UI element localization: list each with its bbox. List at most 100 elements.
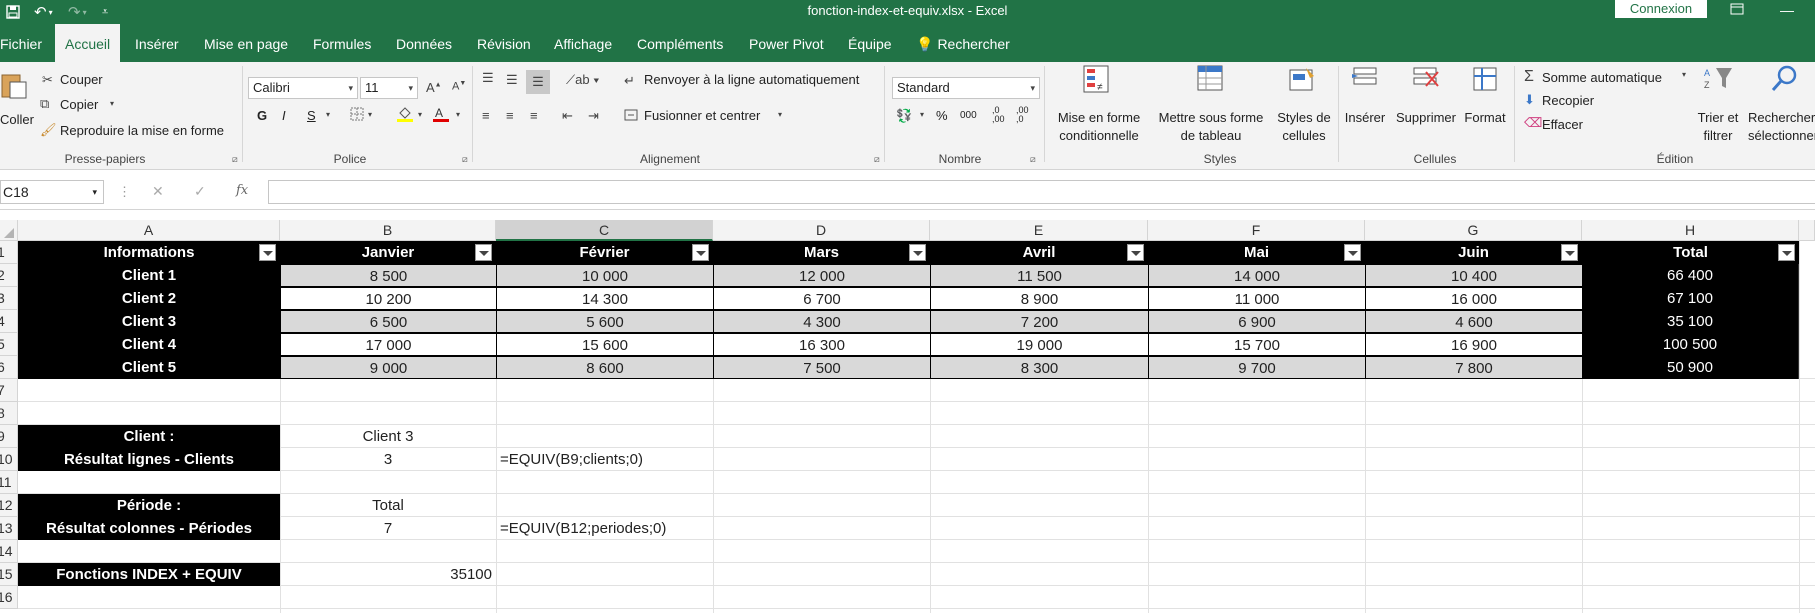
column-header-a[interactable]: A [18,220,280,241]
row-header-14[interactable]: 14 [0,540,18,563]
table-header-cell[interactable]: Février [496,241,713,264]
cell-styles-label-1[interactable]: Styles de [1272,110,1336,125]
total-cell[interactable]: 66 400 [1582,264,1799,287]
percent-button[interactable]: % [936,108,948,123]
insert-function-icon[interactable]: fx [236,183,248,198]
table-cell[interactable]: 7 200 [930,310,1149,333]
column-header-c[interactable]: C [496,220,713,241]
row-header-13[interactable]: 13 [0,517,18,540]
filter-dropdown-icon[interactable] [909,244,926,261]
table-cell[interactable]: 9 000 [280,356,497,379]
borders-icon[interactable] [350,107,364,124]
autosum-button[interactable]: Somme automatique [1542,70,1662,85]
font-color-icon[interactable]: A [432,105,450,126]
row-header-7[interactable]: 7 [0,379,18,402]
table-header-cell[interactable]: Janvier [280,241,496,264]
tell-me-box[interactable]: 💡 Rechercher [916,24,1010,62]
filter-dropdown-icon[interactable] [1778,244,1795,261]
filter-dropdown-icon[interactable] [1561,244,1578,261]
bold-button[interactable]: G [257,108,267,123]
table-cell[interactable]: 7 500 [713,356,931,379]
table-header-cell[interactable]: Avril [930,241,1148,264]
tab-formules[interactable]: Formules [313,24,371,62]
client-label-cell[interactable]: Client 4 [18,333,280,356]
tab-mise-en-page[interactable]: Mise en page [204,24,288,62]
row-result-value[interactable]: 3 [280,448,496,471]
col-result-label[interactable]: Résultat colonnes - Périodes [18,517,280,540]
insert-cells-button[interactable]: Insérer [1342,110,1388,125]
period-lookup-value[interactable]: Total [280,494,496,517]
align-middle-icon[interactable]: ☰ [506,72,518,88]
delete-cells-button[interactable]: Supprimer [1392,110,1460,125]
select-all-corner[interactable] [0,220,18,241]
align-right-icon[interactable]: ≡ [530,108,538,123]
merge-dropdown-icon[interactable]: ▾ [778,110,782,119]
table-cell[interactable]: 16 000 [1365,287,1583,310]
client-lookup-label[interactable]: Client : [18,425,280,448]
clear-button[interactable]: Effacer [1542,117,1583,132]
tab-affichage[interactable]: Affichage [554,24,612,62]
sort-filter-label-2[interactable]: filtrer [1690,128,1746,143]
increase-font-icon[interactable]: A▲ [426,80,442,95]
row-header-10[interactable]: 10 [0,448,18,471]
row-formula-text[interactable]: =EQUIV(B9;clients;0) [500,448,800,471]
col-formula-text[interactable]: =EQUIV(B12;periodes;0) [500,517,800,540]
decrease-decimal-button[interactable]: ,00 ,0 [1016,106,1029,124]
table-cell[interactable]: 15 700 [1148,333,1366,356]
tab-power-pivot[interactable]: Power Pivot [749,24,824,62]
column-header-f[interactable]: F [1148,220,1365,241]
minimize-icon[interactable]: — [1780,2,1794,18]
row-header-3[interactable]: 3 [0,287,18,310]
increase-indent-icon[interactable]: ⇥ [588,108,599,124]
cut-button[interactable]: Couper [60,72,103,87]
table-cell[interactable]: 10 200 [280,287,497,310]
italic-button[interactable]: I [282,108,286,123]
table-cell[interactable]: 4 600 [1365,310,1583,333]
ribbon-display-icon[interactable] [1730,2,1744,18]
tab-revision[interactable]: Révision [477,24,531,62]
tab-fichier[interactable]: Fichier [0,24,42,62]
column-header-g[interactable]: G [1365,220,1582,241]
table-cell[interactable]: 15 600 [496,333,714,356]
table-cell[interactable]: 8 600 [496,356,714,379]
table-cell[interactable]: 8 300 [930,356,1149,379]
table-cell[interactable]: 6 900 [1148,310,1366,333]
font-launcher-icon[interactable]: ⧄ [462,154,468,165]
conditional-formatting-label-1[interactable]: Mise en forme [1054,110,1144,125]
font-color-dropdown-icon[interactable]: ▾ [456,110,460,119]
filter-dropdown-icon[interactable] [1127,244,1144,261]
tab-complements[interactable]: Compléments [637,24,723,62]
currency-icon[interactable]: 💱 [896,108,912,124]
align-bottom-icon[interactable]: ☰ [526,70,550,94]
fill-color-dropdown-icon[interactable]: ▾ [418,110,422,119]
format-cells-button[interactable]: Format [1462,110,1508,125]
table-header-cell[interactable]: Juin [1365,241,1582,264]
period-lookup-label[interactable]: Période : [18,494,280,517]
client-label-cell[interactable]: Client 1 [18,264,280,287]
row-header-2[interactable]: 2 [0,264,18,287]
table-cell[interactable]: 19 000 [930,333,1149,356]
client-label-cell[interactable]: Client 2 [18,287,280,310]
row-header-16[interactable]: 16 [0,586,18,609]
fill-color-icon[interactable] [396,105,414,126]
table-header-cell[interactable]: Total [1582,241,1799,264]
increase-decimal-button[interactable]: ,0 ,00 [992,106,1005,124]
row-header-1[interactable]: 1 [0,241,18,264]
total-cell[interactable]: 50 900 [1582,356,1799,379]
format-painter-button[interactable]: Reproduire la mise en forme [60,123,224,138]
row-header-8[interactable]: 8 [0,402,18,425]
number-format-combo[interactable]: Standard ▾ [892,77,1040,99]
row-header-5[interactable]: 5 [0,333,18,356]
underline-dropdown-icon[interactable]: ▾ [326,110,330,119]
format-as-table-label-1[interactable]: Mettre sous forme [1152,110,1270,125]
paste-button[interactable]: Coller [0,112,34,127]
more-options-icon[interactable]: ⋮ [118,184,131,200]
column-header-b[interactable]: B [280,220,496,241]
table-cell[interactable]: 11 500 [930,264,1149,287]
number-launcher-icon[interactable]: ⧄ [1030,154,1036,165]
font-size-combo[interactable]: 11 ▾ [360,77,418,99]
tab-accueil[interactable]: Accueil [55,24,121,64]
borders-dropdown-icon[interactable]: ▾ [368,110,372,119]
formula-input[interactable] [268,180,1815,204]
row-header-11[interactable]: 11 [0,471,18,494]
